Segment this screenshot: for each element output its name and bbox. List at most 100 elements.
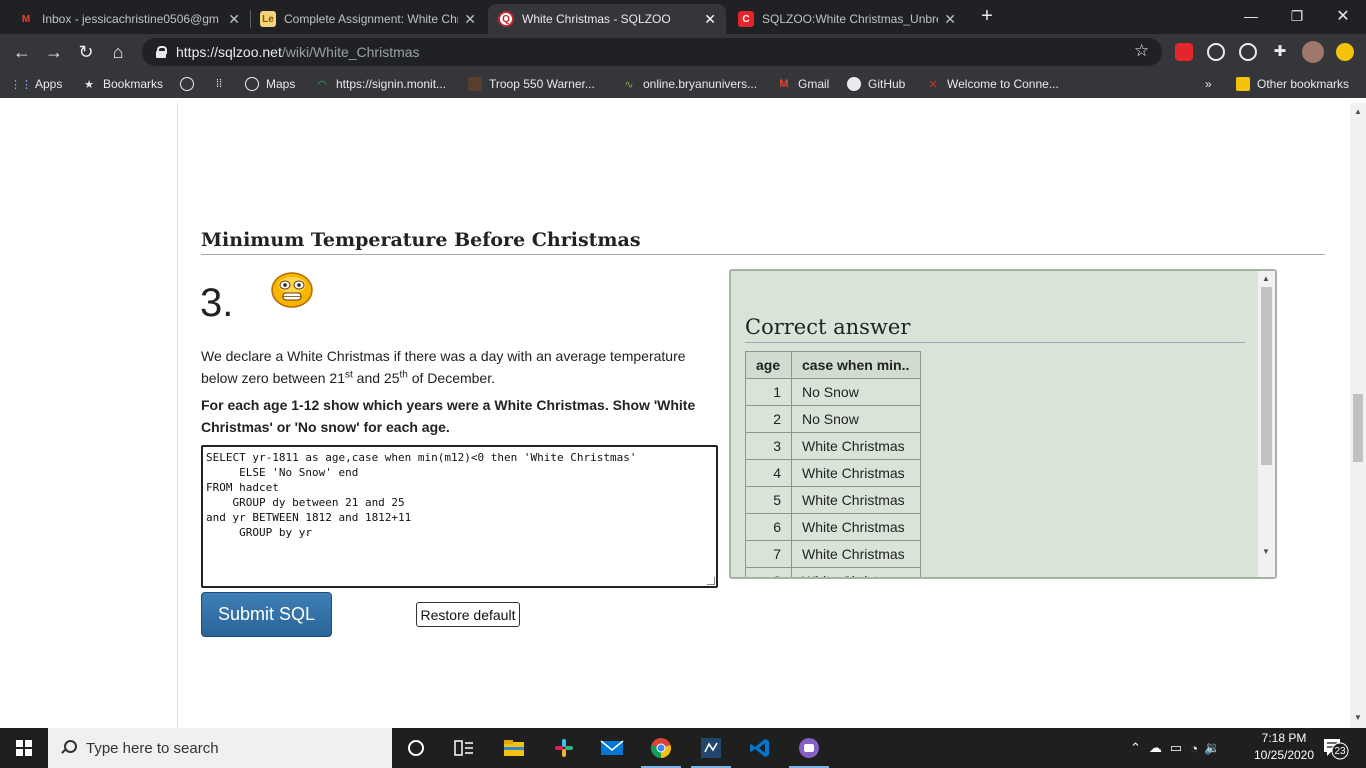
cortana-icon[interactable] [392, 728, 440, 768]
table-row: 3 White Christmas [745, 432, 921, 460]
chrome-icon[interactable] [637, 728, 685, 768]
table-row: 8White Christmas [745, 567, 921, 577]
bookmark-dots[interactable]: ⁞⁞ [212, 75, 233, 93]
home-icon[interactable]: ⌂ [106, 40, 130, 64]
bookmark-label: https://signin.monit... [336, 77, 447, 91]
tab-title: Inbox - jessicachristine0506@gm [42, 12, 219, 26]
profile-avatar[interactable] [1302, 41, 1324, 63]
close-window-icon[interactable]: ✕ [1320, 0, 1366, 32]
mysql-workbench-icon[interactable] [687, 728, 735, 768]
sql-line: ELSE 'No Snow' end [206, 466, 359, 479]
question-number: 3. [200, 281, 234, 325]
chevron-up-icon[interactable]: ⌃ [1130, 740, 1141, 756]
bookmark-bryan-university[interactable]: ∿ online.bryanunivers... [622, 75, 757, 93]
scroll-up-arrow-icon[interactable]: ▲ [1262, 274, 1270, 283]
bookmark-github[interactable]: GitHub [847, 75, 905, 93]
column-header-case: case when min.. [791, 351, 921, 379]
tab-complete-assignment[interactable]: Le Complete Assignment: White Chr ✕ [250, 4, 486, 34]
tab-gmail-inbox[interactable]: M Inbox - jessicachristine0506@gm ✕ [8, 4, 250, 34]
close-icon[interactable]: ✕ [228, 11, 240, 28]
scroll-down-arrow-icon[interactable]: ▼ [1354, 713, 1362, 722]
sql-line: SELECT yr-1811 as age,case when min(m12)… [206, 451, 637, 464]
volume-icon[interactable]: 🔉 [1204, 740, 1220, 756]
bookmark-globe[interactable] [180, 75, 201, 93]
resize-handle-icon[interactable] [707, 577, 715, 585]
globe-icon [180, 77, 194, 91]
bookmark-apps[interactable]: ⋮⋮ Apps [10, 75, 62, 93]
scroll-thumb[interactable] [1261, 287, 1272, 465]
taskbar-clock[interactable]: 7:18 PM 10/25/2020 [1248, 730, 1320, 764]
tab-title: SQLZOO:White Christmas_Unbre [762, 12, 939, 26]
taskbar-search-box[interactable]: Type here to search [48, 728, 392, 768]
tab-white-christmas-sqlzoo[interactable]: Q White Christmas - SQLZOO ✕ [488, 4, 726, 34]
bookmark-connect[interactable]: ✕ Welcome to Conne... [926, 75, 1058, 93]
content-left-border [177, 103, 178, 728]
bookmark-star-icon[interactable]: ☆ [1134, 41, 1149, 61]
task-view-icon[interactable] [440, 728, 488, 768]
chegg-icon: C [738, 11, 754, 27]
page-viewport: Minimum Temperature Before Christmas 3. … [0, 103, 1350, 728]
correct-answer-heading: Correct answer [745, 315, 1245, 343]
extensions-puzzle-icon[interactable]: ✚ [1271, 43, 1289, 61]
troop-icon [468, 77, 482, 91]
sql-editor[interactable]: SELECT yr-1811 as age,case when min(m12)… [201, 445, 718, 588]
close-icon[interactable]: ✕ [704, 11, 716, 28]
vscode-icon[interactable] [736, 728, 784, 768]
age-cell: 4 [745, 459, 792, 487]
bookmark-label: Maps [266, 77, 296, 91]
clock-date: 10/25/2020 [1253, 748, 1315, 762]
bookmark-bookmarks[interactable]: ★ Bookmarks [82, 75, 163, 93]
scroll-up-arrow-icon[interactable]: ▲ [1354, 107, 1362, 116]
back-arrow-icon[interactable]: ← [10, 40, 34, 64]
answer-panel-scrollbar[interactable]: ▲ ▼ [1258, 271, 1275, 577]
correct-answer-panel[interactable]: Correct answer age case when min.. 1 No S… [729, 269, 1277, 579]
update-indicator-icon[interactable] [1336, 43, 1354, 61]
table-row: 7 White Christmas [745, 540, 921, 568]
wifi-signal-icon[interactable]: ◔ [1190, 741, 1198, 756]
sql-line: FROM hadcet [206, 481, 279, 494]
start-button[interactable] [0, 728, 48, 768]
forward-arrow-icon[interactable]: → [42, 40, 66, 64]
submit-sql-button[interactable]: Submit SQL [201, 592, 332, 637]
close-icon[interactable]: ✕ [944, 11, 956, 28]
scroll-thumb[interactable] [1353, 394, 1363, 462]
system-tray: ⌃ ☁ ▭ ◔ 🔉 [1130, 728, 1220, 768]
bookmark-troop-550[interactable]: Troop 550 Warner... [468, 75, 595, 93]
bookmarks-overflow[interactable]: » [1205, 75, 1212, 93]
page-scrollbar[interactable]: ▲ ▼ [1350, 103, 1366, 728]
result-cell: No Snow [791, 378, 921, 406]
notification-center-icon[interactable]: 23 [1322, 736, 1350, 760]
reload-icon[interactable]: ↻ [74, 40, 98, 64]
scroll-down-arrow-icon[interactable]: ▼ [1262, 547, 1270, 556]
minimize-icon[interactable]: — [1228, 0, 1274, 32]
file-explorer-icon[interactable] [490, 728, 538, 768]
notification-badge: 23 [1334, 746, 1346, 757]
restore-window-icon[interactable]: ❐ [1274, 0, 1320, 32]
other-bookmarks[interactable]: Other bookmarks [1236, 75, 1349, 93]
react-devtools-icon[interactable] [1207, 43, 1225, 61]
table-header-row: age case when min.. [745, 351, 921, 379]
restore-default-button[interactable]: Restore default [416, 602, 520, 627]
bookmark-maps[interactable]: Maps [245, 75, 295, 93]
tab-sqlzoo-chegg[interactable]: C SQLZOO:White Christmas_Unbre ✕ [728, 4, 966, 34]
mail-icon[interactable] [588, 728, 636, 768]
slack-icon[interactable] [540, 728, 588, 768]
pocket-extension-icon[interactable] [1175, 43, 1193, 61]
table-row: 4 White Christmas [745, 459, 921, 487]
column-header-age: age [745, 351, 792, 379]
extension-target-icon[interactable] [1239, 43, 1257, 61]
battery-icon[interactable]: ▭ [1170, 740, 1182, 756]
new-tab-button[interactable]: + [976, 6, 998, 28]
ordinal-suffix-st: st [345, 369, 353, 381]
sql-line: GROUP by yr [206, 526, 312, 539]
github-icon [847, 77, 861, 91]
address-bar[interactable]: https://sqlzoo.net/wiki/White_Christmas [142, 38, 1162, 66]
bookmark-label: online.bryanunivers... [643, 77, 758, 91]
close-icon[interactable]: ✕ [464, 11, 476, 28]
app-icon[interactable] [785, 728, 833, 768]
bookmark-gmail[interactable]: M Gmail [777, 75, 829, 93]
onedrive-cloud-icon[interactable]: ☁ [1149, 740, 1162, 756]
tab-title: White Christmas - SQLZOO [522, 12, 671, 26]
result-cell: White Christmas [791, 459, 921, 487]
bookmark-signin-monit[interactable]: ◠ https://signin.monit... [315, 75, 446, 93]
